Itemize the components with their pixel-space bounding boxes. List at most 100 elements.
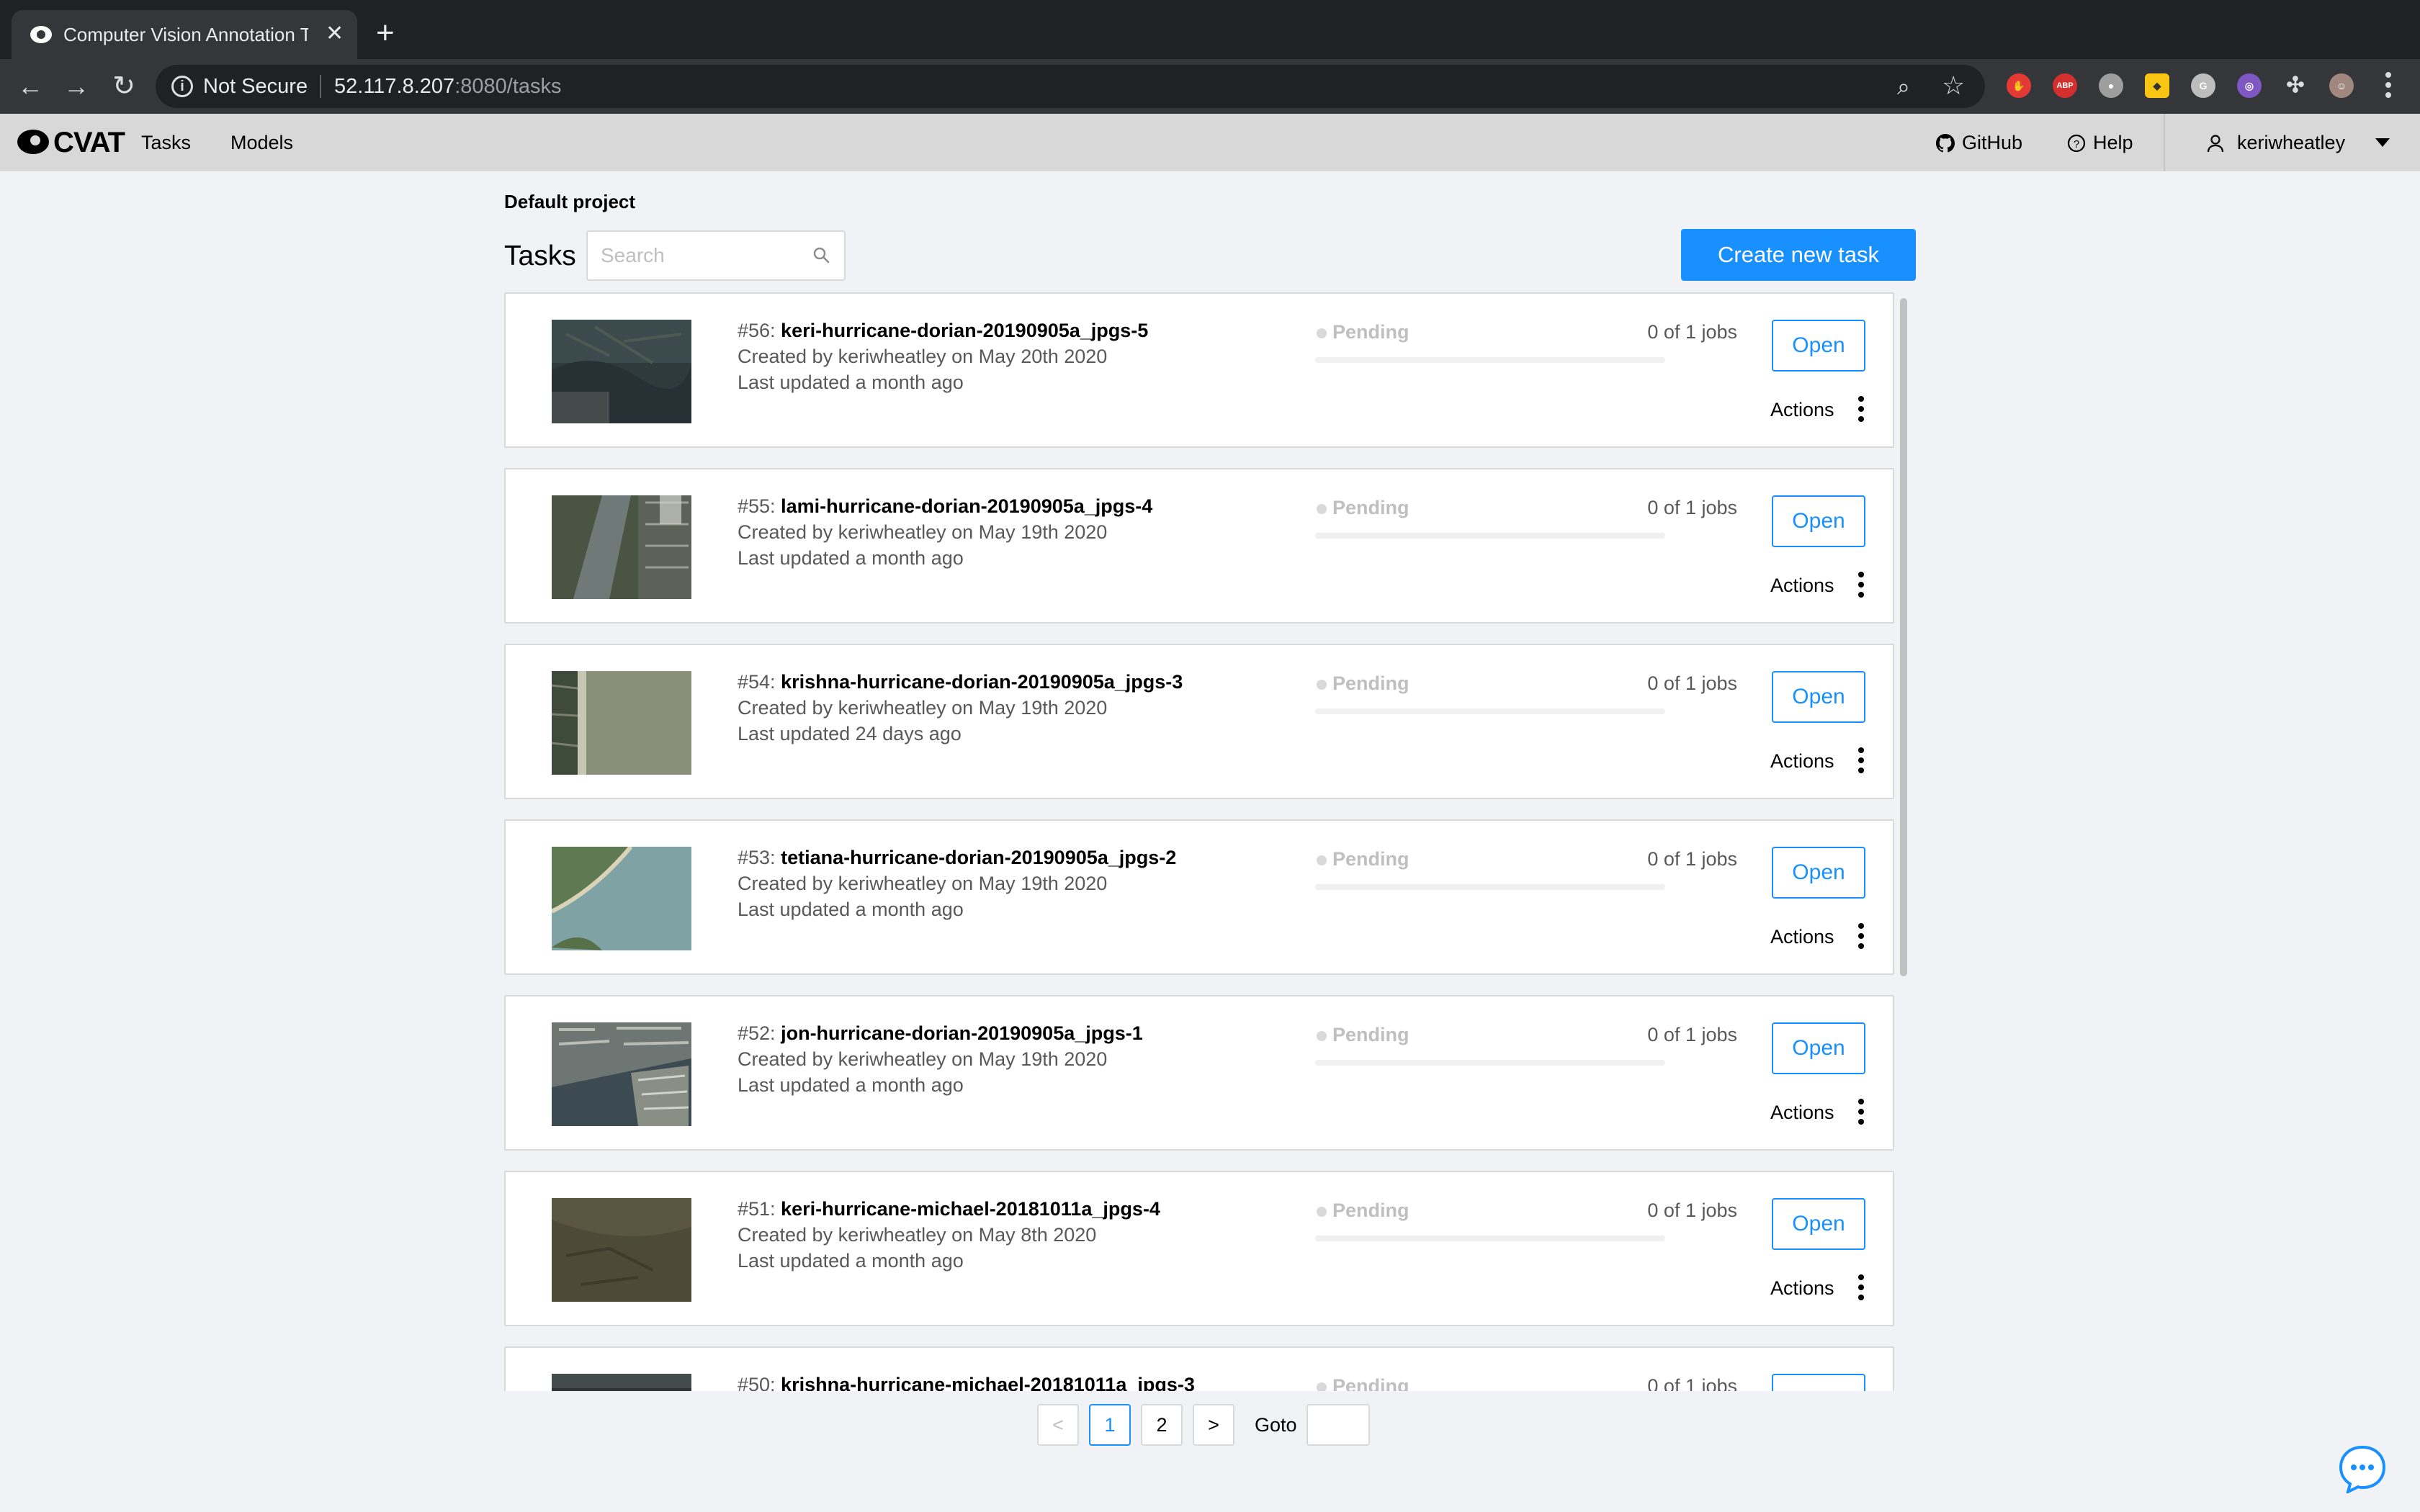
task-title: keri-hurricane-dorian-20190905a_jpgs-5 xyxy=(781,320,1149,341)
cvat-favicon-icon xyxy=(30,26,52,43)
project-label: Default project xyxy=(504,191,636,212)
search-icon[interactable] xyxy=(812,246,830,264)
browser-tab-title: Computer Vision Annotation Tool xyxy=(63,24,308,45)
url-text[interactable]: 52.117.8.207:8080/tasks xyxy=(334,75,562,98)
open-task-button[interactable]: Open xyxy=(1772,847,1865,899)
task-card: #52: jon-hurricane-dorian-20190905a_jpgs… xyxy=(504,995,1894,1151)
cvat-eye-icon xyxy=(17,130,49,154)
task-thumbnail[interactable] xyxy=(552,1022,691,1126)
pagination-prev-button[interactable]: < xyxy=(1037,1404,1079,1446)
task-name[interactable]: #50: krishna-hurricane-michael-20181011a… xyxy=(738,1372,1195,1391)
more-actions-icon[interactable] xyxy=(1857,570,1865,599)
profile-avatar-icon[interactable]: ☺ xyxy=(2329,73,2354,98)
back-arrow-icon[interactable]: ← xyxy=(14,71,46,102)
adblock-extension-icon[interactable]: ABP xyxy=(2053,73,2077,98)
task-name[interactable]: #55: lami-hurricane-dorian-20190905a_jpg… xyxy=(738,494,1152,518)
task-name[interactable]: #54: krishna-hurricane-dorian-20190905a_… xyxy=(738,670,1183,694)
github-link[interactable]: GitHub xyxy=(1962,130,2022,156)
create-new-task-button[interactable]: Create new task xyxy=(1681,229,1916,281)
more-actions-icon[interactable] xyxy=(1857,1097,1865,1126)
open-task-button[interactable]: Open xyxy=(1772,671,1865,723)
goto-page-input[interactable] xyxy=(1307,1404,1370,1446)
bookmark-star-icon[interactable]: ☆ xyxy=(1942,72,1965,99)
task-thumbnail[interactable] xyxy=(552,495,691,599)
task-id: #55: xyxy=(738,495,776,517)
status-dot xyxy=(1317,680,1327,690)
help-question-icon: ? xyxy=(2067,134,2086,153)
task-created: Created by keriwheatley on May 19th 2020 xyxy=(738,1048,1108,1070)
task-title: tetiana-hurricane-dorian-20190905a_jpgs-… xyxy=(781,847,1177,868)
task-name[interactable]: #53: tetiana-hurricane-dorian-20190905a_… xyxy=(738,845,1176,870)
pagination-page-1[interactable]: 1 xyxy=(1089,1404,1131,1446)
caret-down-icon[interactable] xyxy=(2375,138,2390,147)
task-thumbnail[interactable] xyxy=(552,1374,691,1391)
circle-extension-icon[interactable]: ● xyxy=(2099,73,2123,98)
actions-label[interactable]: Actions xyxy=(1770,573,1834,598)
security-indicator[interactable]: Not Secure xyxy=(203,75,308,98)
chrome-menu-icon[interactable] xyxy=(2380,69,2397,104)
more-actions-icon[interactable] xyxy=(1857,746,1865,775)
scrollbar-thumb[interactable] xyxy=(1900,298,1907,976)
nav-tasks[interactable]: Tasks xyxy=(141,130,191,156)
task-card: #51: keri-hurricane-michael-20181011a_jp… xyxy=(504,1171,1894,1326)
task-thumbnail[interactable] xyxy=(552,1198,691,1302)
task-updated: Last updated a month ago xyxy=(738,899,964,920)
task-name[interactable]: #52: jon-hurricane-dorian-20190905a_jpgs… xyxy=(738,1021,1143,1045)
grammarly-extension-icon[interactable]: G xyxy=(2191,73,2215,98)
stop-hand-extension-icon[interactable]: ✋ xyxy=(2007,73,2031,98)
pagination-next-button[interactable]: > xyxy=(1193,1404,1234,1446)
open-task-button[interactable]: Open xyxy=(1772,1198,1865,1250)
actions-label[interactable]: Actions xyxy=(1770,749,1834,773)
extensions-puzzle-icon[interactable]: ✣ xyxy=(2283,73,2308,98)
open-task-button[interactable]: Open xyxy=(1772,495,1865,547)
help-link[interactable]: Help xyxy=(2093,130,2133,156)
task-thumbnail[interactable] xyxy=(552,320,691,423)
task-card: #56: keri-hurricane-dorian-20190905a_jpg… xyxy=(504,292,1894,448)
open-task-button[interactable]: Open xyxy=(1772,320,1865,372)
reload-icon[interactable]: ↻ xyxy=(108,71,140,102)
forward-arrow-icon[interactable]: → xyxy=(60,71,92,102)
new-tab-plus-icon[interactable]: + xyxy=(376,17,395,49)
task-card: #54: krishna-hurricane-dorian-20190905a_… xyxy=(504,644,1894,799)
address-bar[interactable]: i Not Secure 52.117.8.207:8080/tasks ⌕ ☆ xyxy=(156,65,1985,108)
browser-tab[interactable]: Computer Vision Annotation Tool ✕ xyxy=(12,10,357,59)
chat-support-icon[interactable] xyxy=(2338,1444,2387,1493)
task-name[interactable]: #56: keri-hurricane-dorian-20190905a_jpg… xyxy=(738,318,1148,343)
username-menu[interactable]: keriwheatley xyxy=(2237,130,2345,156)
task-thumbnail[interactable] xyxy=(552,847,691,950)
task-thumbnail[interactable] xyxy=(552,671,691,775)
search-input[interactable] xyxy=(588,232,797,279)
task-status: Pending xyxy=(1332,1024,1410,1045)
task-progress-bar xyxy=(1315,1060,1665,1066)
url-host: 52.117.8.207 xyxy=(334,75,455,98)
task-id: #54: xyxy=(738,671,776,693)
task-created: Created by keriwheatley on May 19th 2020 xyxy=(738,873,1108,894)
open-task-button[interactable]: Open xyxy=(1772,1022,1865,1074)
task-id: #56: xyxy=(738,320,776,341)
more-actions-icon[interactable] xyxy=(1857,922,1865,950)
tab-close-icon[interactable]: ✕ xyxy=(326,22,344,46)
open-task-button[interactable] xyxy=(1772,1374,1865,1391)
more-actions-icon[interactable] xyxy=(1857,1273,1865,1302)
task-id: #52: xyxy=(738,1022,776,1044)
colorful-extension-icon[interactable]: ◎ xyxy=(2237,73,2262,98)
actions-label[interactable]: Actions xyxy=(1770,1276,1834,1300)
task-progress-bar xyxy=(1315,1236,1665,1241)
pagination-page-2[interactable]: 2 xyxy=(1141,1404,1183,1446)
task-name[interactable]: #51: keri-hurricane-michael-20181011a_jp… xyxy=(738,1197,1160,1221)
search-box[interactable] xyxy=(586,230,846,281)
actions-label[interactable]: Actions xyxy=(1770,1100,1834,1125)
actions-label[interactable]: Actions xyxy=(1770,924,1834,949)
keep-extension-icon[interactable]: ◆ xyxy=(2145,73,2169,98)
task-title: krishna-hurricane-dorian-20190905a_jpgs-… xyxy=(781,671,1183,693)
task-jobs-count: 0 of 1 jobs xyxy=(1647,848,1737,870)
task-jobs-count: 0 of 1 jobs xyxy=(1647,321,1737,343)
task-status: Pending xyxy=(1332,1375,1410,1391)
more-actions-icon[interactable] xyxy=(1857,395,1865,423)
zoom-magnifier-icon[interactable]: ⌕ xyxy=(1897,73,1910,99)
status-dot xyxy=(1317,1382,1327,1391)
task-updated: Last updated a month ago xyxy=(738,1074,964,1096)
actions-label[interactable]: Actions xyxy=(1770,397,1834,422)
info-icon[interactable]: i xyxy=(171,76,193,97)
nav-models[interactable]: Models xyxy=(230,130,293,156)
